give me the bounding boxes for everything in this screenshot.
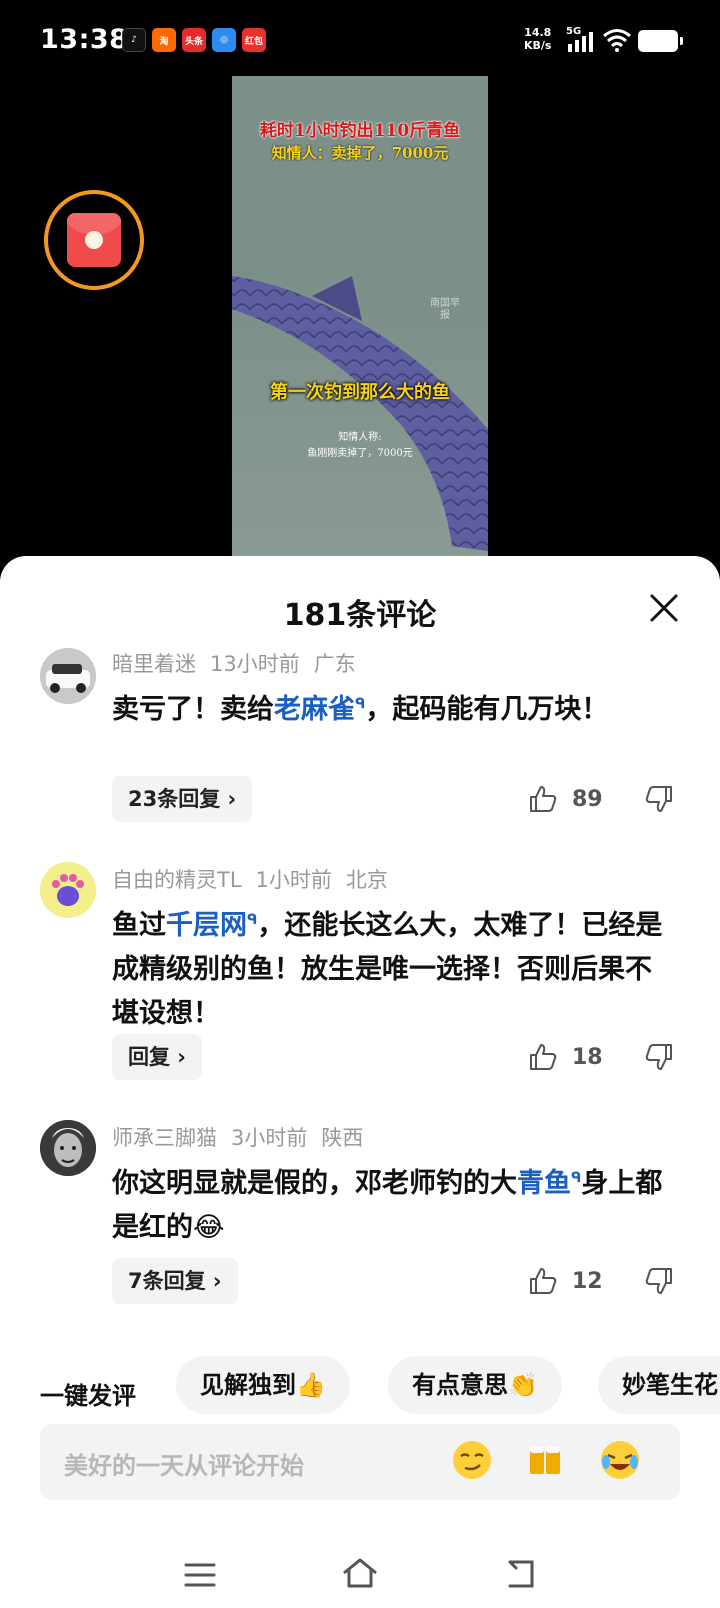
browser-icon: ◎ (212, 28, 236, 52)
thumbs-down-icon (645, 786, 672, 812)
search-link[interactable]: 老麻雀 (274, 694, 355, 725)
like-count: 18 (572, 1044, 603, 1070)
thumbs-down-icon (645, 1268, 672, 1294)
network-speed-value: 14.8 (524, 26, 552, 39)
menu-icon[interactable] (182, 1560, 218, 1590)
avatar[interactable] (40, 1120, 96, 1176)
thumbs-up-icon (530, 1268, 557, 1294)
comment-meta: 师承三脚猫 3小时前 陕西 (112, 1122, 377, 1152)
video-caption: 第一次钓到那么大的鱼 (270, 382, 450, 403)
search-icon: ᑫ (355, 696, 366, 712)
comment-time: 3小时前 (231, 1126, 308, 1150)
status-bar: 13:38 ♪ 淘 头条 ◎ 红包 14.8 KB/s 5G (0, 0, 720, 84)
like-button[interactable]: 12 (528, 1266, 603, 1296)
douyin-icon: ♪ (122, 28, 146, 52)
comment-username[interactable]: 自由的精灵TL (112, 868, 242, 892)
status-time: 13:38 (40, 24, 129, 55)
comment-sheet: 181条评论 暗里着迷 13小时前 广东 卖亏了！卖给老麻雀ᑫ，起码能有几万块！ 2… (0, 556, 720, 1608)
video-subtitle-line2: 鱼刚刚卖掉了，7000元 (307, 448, 413, 459)
quick-reply-label: 一键发评 (40, 1382, 136, 1410)
dislike-button[interactable] (644, 1042, 674, 1076)
comment-location: 北京 (345, 868, 388, 892)
search-link[interactable]: 青鱼 (517, 1168, 571, 1199)
comment-text[interactable]: 你这明显就是假的，邓老师钓的大青鱼ᑫ身上都是红的😂 (112, 1156, 672, 1250)
like-count: 12 (572, 1268, 603, 1294)
red-envelope-button[interactable] (44, 190, 144, 290)
back-icon[interactable] (502, 1558, 538, 1590)
hongbao-app-icon: 红包 (242, 28, 266, 52)
quick-reply-chip[interactable]: 妙笔生花 (598, 1356, 720, 1414)
toutiao-icon: 头条 (182, 28, 206, 52)
smirk-emoji-icon[interactable] (450, 1438, 494, 1482)
network-type: 5G (566, 26, 582, 37)
signal-icon: 5G (566, 26, 596, 58)
search-icon: ᑫ (571, 1170, 582, 1186)
video-headline: 耗时1小时钓出110斤青鱼 (259, 121, 461, 141)
network-speed: 14.8 KB/s (524, 26, 551, 52)
close-button[interactable] (646, 590, 682, 626)
reply-button[interactable]: 回复 › (112, 1034, 202, 1080)
avatar[interactable] (40, 862, 96, 918)
video-player[interactable]: 耗时1小时钓出110斤青鱼 知情人：卖掉了，7000元 南国早报 第一次钓到那么… (232, 76, 488, 556)
dislike-button[interactable] (644, 1266, 674, 1300)
comment-location: 陕西 (321, 1126, 364, 1150)
view-replies-button[interactable]: 7条回复 › (112, 1258, 238, 1304)
view-replies-button[interactable]: 23条回复 › (112, 776, 253, 822)
close-icon (650, 594, 678, 622)
battery-icon (638, 30, 683, 52)
comment-text[interactable]: 鱼过千层网ᑫ，还能长这么大，太难了！已经是成精级别的鱼！放生是唯一选择！否则后果… (112, 898, 672, 1036)
comment-time: 1小时前 (255, 868, 332, 892)
comment-meta: 暗里着迷 13小时前 广东 (112, 648, 370, 678)
comment-location: 广东 (313, 652, 356, 676)
comment-username[interactable]: 暗里着迷 (112, 652, 196, 676)
red-envelope-icon (67, 213, 121, 267)
crying-laugh-emoji-icon[interactable] (598, 1438, 642, 1482)
wifi-icon (602, 28, 632, 56)
comment-input-placeholder: 美好的一天从评论开始 (64, 1452, 304, 1480)
search-icon: ᑫ (247, 912, 258, 928)
notification-app-icons: ♪ 淘 头条 ◎ 红包 (122, 28, 266, 52)
quick-reply-chip[interactable]: 见解独到👍 (176, 1356, 350, 1414)
comment-time: 13小时前 (210, 652, 300, 676)
like-button[interactable]: 89 (528, 784, 603, 814)
video-watermark: 南国早报 (430, 298, 460, 321)
search-link[interactable]: 千层网 (166, 910, 247, 941)
taobao-icon: 淘 (152, 28, 176, 52)
avatar[interactable] (40, 648, 96, 704)
comment-count-title: 181条评论 (283, 598, 437, 633)
like-count: 89 (572, 786, 603, 812)
like-button[interactable]: 18 (528, 1042, 603, 1072)
beer-emoji-icon[interactable] (524, 1438, 568, 1482)
home-icon[interactable] (340, 1556, 380, 1590)
comment-input[interactable]: 美好的一天从评论开始 (40, 1424, 680, 1500)
comment-username[interactable]: 师承三脚猫 (112, 1126, 217, 1150)
dislike-button[interactable] (644, 784, 674, 818)
thumbs-down-icon (645, 1044, 672, 1070)
thumbs-up-icon (530, 1044, 557, 1070)
comment-text[interactable]: 卖亏了！卖给老麻雀ᑫ，起码能有几万块！ (112, 682, 672, 732)
comment-meta: 自由的精灵TL 1小时前 北京 (112, 864, 402, 894)
video-subtitle-line1: 知情人称: (338, 432, 382, 443)
video-subheadline: 知情人：卖掉了，7000元 (271, 144, 449, 162)
system-nav-bar (0, 1540, 720, 1608)
thumbs-up-icon (530, 786, 557, 812)
network-speed-unit: KB/s (524, 39, 552, 52)
quick-reply-chip[interactable]: 有点意思👏 (388, 1356, 562, 1414)
